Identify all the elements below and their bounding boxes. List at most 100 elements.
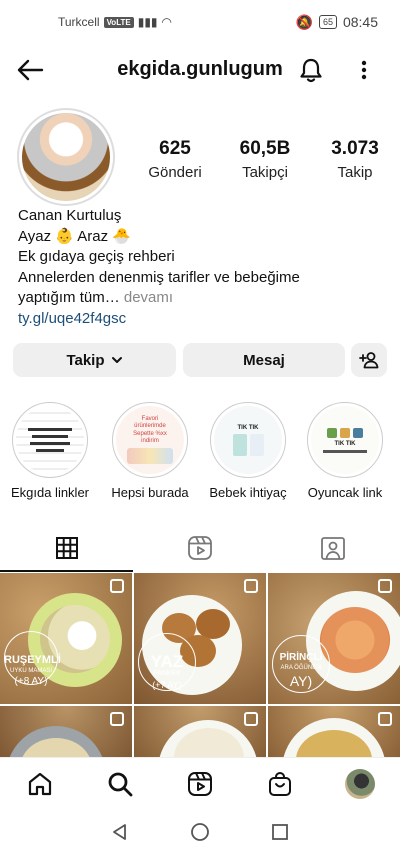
post-thumbnail[interactable] xyxy=(0,706,132,757)
content-tabs xyxy=(0,524,400,572)
posts-label: Gönderi xyxy=(148,164,202,181)
multi-post-icon xyxy=(378,579,392,593)
home-icon xyxy=(28,772,52,795)
tab-tagged[interactable] xyxy=(266,524,399,572)
suggested-users-button[interactable] xyxy=(351,343,387,377)
message-button[interactable]: Mesaj xyxy=(183,343,345,377)
posts-count: 625 xyxy=(159,138,191,159)
post-title: PİRİNÇLİ xyxy=(279,652,323,663)
nav-home[interactable] xyxy=(24,768,56,800)
avatar-image xyxy=(22,113,110,201)
posts-grid: RUŞEYMLİ UYKU MAMASI (+8 AY) YAZ PANKEK … xyxy=(0,573,400,757)
followers-label: Takipçi xyxy=(242,164,288,181)
profile-avatar[interactable] xyxy=(17,108,115,206)
post-title: YAZ xyxy=(150,652,184,671)
nav-reels[interactable] xyxy=(184,768,216,800)
highlight-ekgida[interactable]: Ekgıda linkler xyxy=(0,402,100,500)
signal-icon: ▮▮▮ xyxy=(137,15,158,29)
profile-stats: 625 Gönderi 60,5B Takipçi 3.073 Takip xyxy=(130,138,400,181)
carrier-name: Turkcell xyxy=(58,15,100,29)
profile-header: ekgida.gunlugum xyxy=(0,48,400,92)
add-person-icon xyxy=(359,352,379,369)
posts-stat[interactable]: 625 Gönderi xyxy=(130,138,220,181)
grid-icon xyxy=(55,537,78,559)
following-button[interactable]: Takip xyxy=(13,343,176,377)
tab-reels[interactable] xyxy=(133,524,266,572)
search-icon xyxy=(108,772,133,796)
post-age-tag: (+8 AY) xyxy=(14,676,48,687)
multi-post-icon xyxy=(244,712,258,726)
system-recents-icon[interactable] xyxy=(270,822,290,842)
highlight-cover: Favori ürünlerimde Sepette %xx indirim xyxy=(116,406,184,474)
tagged-icon xyxy=(320,537,345,560)
nav-shop[interactable] xyxy=(264,768,296,800)
following-button-label: Takip xyxy=(66,351,105,369)
bio-line: Annelerden denenmiş tarifler ve bebeğime xyxy=(18,268,300,286)
volte-badge: VoLTE xyxy=(103,16,134,28)
profile-name: Canan Kurtuluş xyxy=(18,207,122,224)
active-tab-indicator xyxy=(0,570,133,572)
more-vertical-icon[interactable] xyxy=(352,56,376,84)
highlight-label: Bebek ihtiyaç xyxy=(209,485,287,500)
clock: 08:45 xyxy=(342,14,378,30)
post-thumbnail[interactable] xyxy=(268,706,400,757)
post-subtitle: PANKEK xyxy=(153,670,181,677)
highlight-cover-text: TIK TIK xyxy=(237,424,259,431)
highlight-cover xyxy=(16,406,84,474)
battery-icon: 65 xyxy=(318,15,337,29)
system-navigation xyxy=(0,809,400,855)
tab-grid[interactable] xyxy=(0,524,133,572)
multi-post-icon xyxy=(110,579,124,593)
bio-line: yaptığım tüm… xyxy=(18,289,120,306)
bio-line: Ayaz 👶 Araz 🐣 xyxy=(18,227,131,245)
highlight-cover-text: TIK TIK xyxy=(334,440,356,447)
post-thumbnail[interactable]: PİRİNÇLİ ARA ÖĞÜNE-8 AY) xyxy=(268,573,400,704)
highlight-cover: TIK TIK xyxy=(214,406,282,474)
profile-bio: Canan Kurtuluş Ayaz 👶 Araz 🐣 Ek gıdaya g… xyxy=(18,206,388,329)
reels-nav-icon xyxy=(188,771,212,796)
system-home-icon[interactable] xyxy=(190,822,210,842)
post-thumbnail[interactable]: YAZ PANKEK (+7 AY) xyxy=(134,573,266,704)
following-count: 3.073 xyxy=(331,138,379,159)
system-back-icon[interactable] xyxy=(110,822,130,842)
highlight-label: Hepsi burada xyxy=(111,485,189,500)
nav-search[interactable] xyxy=(104,768,136,800)
shop-icon xyxy=(269,771,291,796)
bio-more-link[interactable]: devamı xyxy=(120,289,173,306)
multi-post-icon xyxy=(244,579,258,593)
status-bar: Turkcell VoLTE ▮▮▮ ◠ 🔕 65 08:45 xyxy=(0,0,400,44)
wifi-icon: ◠ xyxy=(161,15,173,29)
post-subtitle: ARA ÖĞÜNE-8 xyxy=(280,665,322,671)
highlight-oyuncak[interactable]: TIK TIK Oyuncak link xyxy=(295,402,395,500)
highlight-label: Ekgıda linkler xyxy=(10,485,90,500)
multi-post-icon xyxy=(378,712,392,726)
post-title: RUŞEYMLİ xyxy=(4,654,61,666)
highlight-bebek[interactable]: TIK TIK Bebek ihtiyaç xyxy=(198,402,298,500)
following-label: Takip xyxy=(337,164,373,181)
highlight-cover-text: Favori ürünlerimde Sepette %xx indirim xyxy=(133,416,167,444)
post-thumbnail[interactable]: RUŞEYMLİ UYKU MAMASI (+8 AY) xyxy=(0,573,132,704)
nav-profile[interactable] xyxy=(344,768,376,800)
bio-line: Ek gıdaya geçiş rehberi xyxy=(18,248,175,265)
post-thumbnail[interactable] xyxy=(134,706,266,757)
followers-stat[interactable]: 60,5B Takipçi xyxy=(220,138,310,181)
highlight-cover: TIK TIK xyxy=(311,406,379,474)
post-age-tag: (+7 AY) xyxy=(152,680,182,690)
followers-count: 60,5B xyxy=(239,138,291,159)
bio-external-link[interactable]: ty.gl/uqe42f4gsc xyxy=(18,309,388,330)
message-button-label: Mesaj xyxy=(243,351,285,369)
own-avatar xyxy=(345,768,375,799)
bio-line-truncated: yaptığım tüm… devamı xyxy=(18,288,388,309)
highlight-hepsi[interactable]: Favori ürünlerimde Sepette %xx indirim H… xyxy=(100,402,200,500)
multi-post-icon xyxy=(110,712,124,726)
username-title: ekgida.gunlugum xyxy=(117,58,283,80)
reels-icon xyxy=(187,536,212,560)
bottom-navigation xyxy=(0,757,400,809)
bell-icon[interactable] xyxy=(297,56,325,84)
post-age-tag: AY) xyxy=(289,673,313,689)
following-stat[interactable]: 3.073 Takip xyxy=(310,138,400,181)
highlight-label: Oyuncak link xyxy=(307,485,383,500)
mute-icon: 🔕 xyxy=(295,13,313,30)
chevron-down-icon xyxy=(111,357,122,363)
post-subtitle: UYKU MAMASI xyxy=(9,668,52,674)
